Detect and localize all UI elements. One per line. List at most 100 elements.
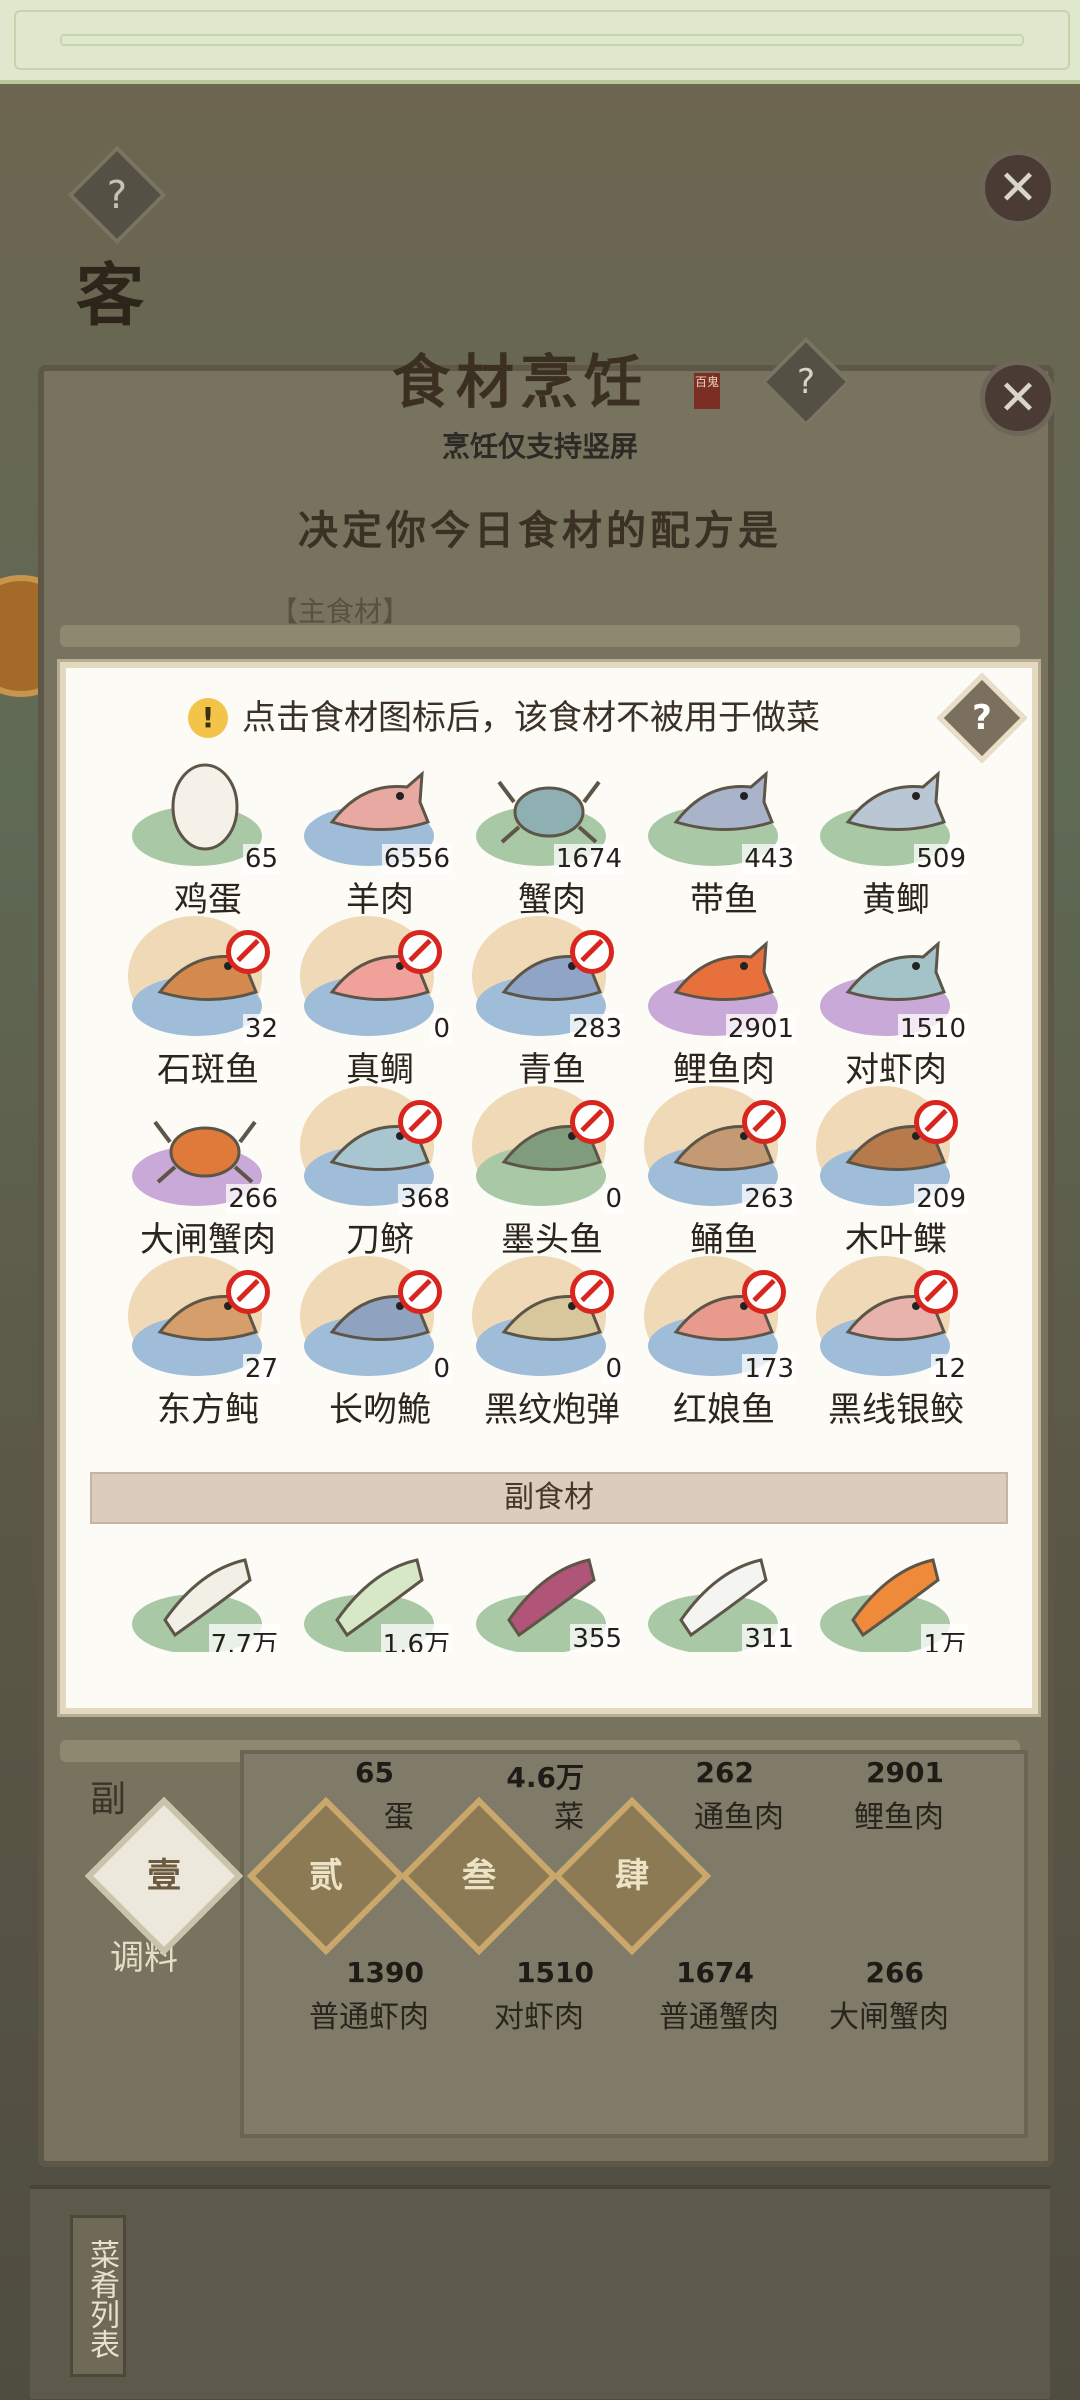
ingredient-count: 209 — [914, 1184, 968, 1214]
disabled-icon — [398, 1270, 442, 1314]
ingredient-count: 2901 — [725, 1014, 796, 1044]
disabled-icon — [398, 930, 442, 974]
ingredient-count: 368 — [398, 1184, 452, 1214]
side-tab-sub[interactable]: 副 — [90, 1770, 126, 1822]
ingredient-count: 443 — [742, 844, 796, 874]
ingredient-item[interactable]: 0 墨头鱼 — [466, 1086, 638, 1262]
ingredient-count: 6556 — [381, 844, 452, 874]
ingredient-item[interactable]: 266 大闸蟹肉 — [122, 1092, 294, 1262]
divider-bar — [60, 625, 1020, 647]
disabled-icon — [398, 1100, 442, 1144]
ingredient-count: 7.7万 — [208, 1624, 280, 1652]
ingredient-item[interactable]: 32 石斑鱼 — [122, 916, 294, 1092]
inn-sign-char: 客 — [76, 257, 145, 336]
ingredient-name: 石斑鱼 — [157, 1050, 259, 1090]
close-icon: ✕ — [997, 370, 1039, 426]
ingredient-count: 12 — [930, 1354, 968, 1384]
list-item-name: 普通虾肉 — [309, 2000, 429, 2035]
sub-ingredient-item[interactable]: 1万 — [810, 1540, 982, 1652]
ingredient-count: 1.6万 — [380, 1624, 452, 1652]
list-item-name: 大闸蟹肉 — [829, 2000, 949, 2035]
ingredient-name: 真鲷 — [346, 1050, 414, 1090]
disabled-icon — [914, 1270, 958, 1314]
ingredient-count: 0 — [603, 1184, 624, 1214]
tab-label: 贰 — [309, 1856, 343, 1896]
ingredient-item[interactable]: 509 黄鲫 — [810, 752, 982, 922]
ingredient-count: 1674 — [553, 844, 624, 874]
ingredient-item[interactable]: 1510 对虾肉 — [810, 922, 982, 1092]
ingredient-item[interactable]: 443 带鱼 — [638, 752, 810, 922]
list-item-count: 65 — [355, 1756, 394, 1789]
list-item-count: 262 — [695, 1756, 754, 1789]
main-ingredient-tag: 【主食材】 — [270, 595, 411, 628]
close-button-top[interactable]: ✕ — [980, 150, 1056, 226]
ingredient-count: 0 — [431, 1354, 452, 1384]
ingredient-name: 对虾肉 — [845, 1050, 947, 1090]
ingredient-name: 墨头鱼 — [501, 1220, 603, 1260]
list-item-count: 1674 — [676, 1956, 754, 1989]
list-item-count: 266 — [865, 1956, 924, 1989]
disabled-icon — [570, 1100, 614, 1144]
ingredient-item[interactable]: 27 东方鲀 — [122, 1256, 294, 1432]
tab-label: 壹 — [147, 1856, 181, 1896]
list-item-name: 普通蟹肉 — [659, 2000, 779, 2035]
disabled-icon — [742, 1270, 786, 1314]
sub-ingredient-item[interactable]: 1.6万 — [294, 1540, 466, 1652]
question-icon: ? — [796, 362, 816, 402]
list-item-count: 4.6万 — [506, 1761, 584, 1794]
close-icon: ✕ — [997, 160, 1039, 216]
disabled-icon — [914, 1100, 958, 1144]
ingredient-item[interactable]: 1674 蟹肉 — [466, 752, 638, 922]
ingredient-name: 带鱼 — [690, 880, 758, 920]
ingredient-count: 311 — [742, 1624, 796, 1652]
sub-ingredient-item[interactable]: 355 — [466, 1540, 638, 1652]
ingredient-name: 黑纹炮弹 — [484, 1390, 620, 1430]
list-item-name: 通鱼肉 — [694, 1800, 784, 1835]
ingredient-name: 大闸蟹肉 — [140, 1220, 276, 1260]
question-icon: ? — [106, 173, 128, 217]
disabled-icon — [742, 1100, 786, 1144]
list-item-count: 1390 — [346, 1956, 424, 1989]
ingredient-item[interactable]: 173 红娘鱼 — [638, 1256, 810, 1432]
top-bar-track — [60, 34, 1024, 46]
ingredient-item[interactable]: 0 长吻鮠 — [294, 1256, 466, 1432]
ingredient-item[interactable]: 0 真鲷 — [294, 916, 466, 1092]
ingredient-item[interactable]: 368 刀鲚 — [294, 1086, 466, 1262]
ingredient-item[interactable]: 2901 鲤鱼肉 — [638, 922, 810, 1092]
ingredient-item[interactable]: 283 青鱼 — [466, 916, 638, 1092]
ingredient-item[interactable]: 6556 羊肉 — [294, 752, 466, 922]
ingredient-name: 木叶鲽 — [845, 1220, 947, 1260]
ingredient-count: 0 — [603, 1354, 624, 1384]
ingredient-item[interactable]: 0 黑纹炮弹 — [466, 1256, 638, 1432]
ingredient-item[interactable]: 263 鲬鱼 — [638, 1086, 810, 1262]
ingredient-count: 263 — [742, 1184, 796, 1214]
question-icon: ? — [972, 698, 992, 738]
hand-tap-icon: ! — [188, 698, 228, 738]
cooking-title: 食材烹饪 — [391, 348, 648, 416]
ingredient-count: 509 — [914, 844, 968, 874]
title-seal: 百鬼 — [694, 373, 720, 409]
ingredient-name: 鸡蛋 — [174, 880, 242, 920]
ingredient-item[interactable]: 12 黑线银鲛 — [810, 1256, 982, 1432]
tab-label: 肆 — [615, 1856, 649, 1896]
ingredient-item[interactable]: 209 木叶鲽 — [810, 1086, 982, 1262]
list-item-name: 对虾肉 — [494, 2000, 584, 2035]
recipe-prompt: 决定你今日食材的配方是 — [298, 508, 782, 554]
list-item-count: 1510 — [516, 1956, 594, 1989]
ingredient-name: 蟹肉 — [518, 880, 586, 920]
sub-ingredient-item[interactable]: 311 — [638, 1540, 810, 1652]
disabled-icon — [226, 1270, 270, 1314]
sub-ingredient-header: 副食材 — [90, 1472, 1008, 1524]
tab-label: 叁 — [462, 1856, 496, 1896]
bottom-scene-strip — [30, 2185, 1050, 2399]
ingredient-count: 283 — [570, 1014, 624, 1044]
ingredient-count: 27 — [242, 1354, 280, 1384]
dish-list-button[interactable]: 菜肴列表 — [70, 2215, 126, 2377]
sub-ingredient-item[interactable]: 7.7万 — [122, 1540, 294, 1652]
ingredient-name: 红娘鱼 — [673, 1390, 775, 1430]
ingredient-name: 刀鲚 — [346, 1220, 414, 1260]
list-item-count: 2901 — [866, 1756, 944, 1789]
ingredient-name: 黄鲫 — [862, 880, 930, 920]
ingredient-item[interactable]: 65 鸡蛋 — [122, 752, 294, 922]
ingredient-name: 羊肉 — [346, 880, 414, 920]
